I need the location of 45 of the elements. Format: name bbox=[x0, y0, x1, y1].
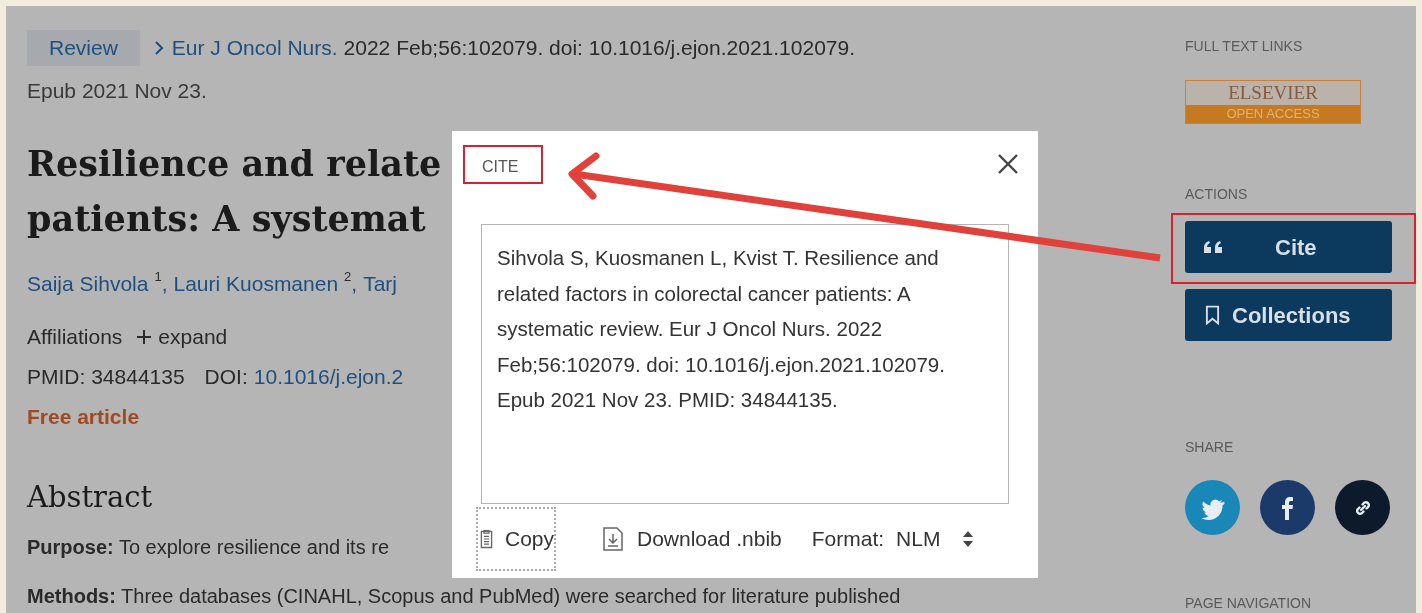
journal-link[interactable]: Eur J Oncol Nurs. bbox=[171, 31, 338, 64]
copy-button[interactable]: Copy bbox=[476, 507, 556, 571]
chevron-icon bbox=[153, 39, 164, 56]
bookmark-icon bbox=[1205, 305, 1220, 325]
author-link[interactable]: Saija Sihvola bbox=[27, 268, 149, 300]
quote-icon bbox=[1203, 240, 1225, 254]
article-title: patients: A systemat bbox=[27, 197, 426, 241]
article-type-badge[interactable]: Review bbox=[27, 29, 140, 66]
section-heading: PAGE NAVIGATION bbox=[1185, 594, 1312, 613]
abstract-heading: Abstract bbox=[27, 479, 153, 516]
clipboard-icon bbox=[478, 527, 495, 551]
citation-field[interactable]: Sihvola S, Kuosmanen L, Kvist T. Resilience and related factors in colorectal cancer patients: A systematic review. Eur J Oncol Nurs. 2022 Feb;56:102079. doi: 10.1016/j.ejon.2021.102079. Epub 2021 Nov 23. PMID: 34844135. bbox=[481, 224, 1009, 504]
author-link[interactable]: Lauri Kuosmanen bbox=[173, 268, 339, 300]
abstract-paragraph: Purpose: To explore resilience and its re bbox=[27, 535, 390, 560]
epub-date: Epub 2021 Nov 23. bbox=[27, 78, 207, 104]
format-label: Format: bbox=[811, 526, 885, 553]
comma-separator: , bbox=[161, 271, 168, 298]
section-heading: ACTIONS bbox=[1185, 185, 1248, 204]
section-heading: FULL TEXT LINKS bbox=[1185, 37, 1303, 56]
plus-icon bbox=[136, 329, 153, 345]
abstract-paragraph: Methods: Three databases (CINAHL, Scopus and PubMed) were searched for literature published bbox=[27, 584, 901, 609]
article-title: Resilience and relate bbox=[27, 142, 442, 186]
comma-separator: , bbox=[351, 271, 358, 298]
dialog-title: CITE bbox=[482, 157, 519, 177]
doi-label: DOI: bbox=[204, 364, 248, 391]
share-button[interactable] bbox=[1335, 480, 1390, 535]
download-file-icon bbox=[602, 527, 624, 551]
affiliation-number[interactable]: 2 bbox=[344, 269, 352, 284]
expand-button[interactable]: expand bbox=[136, 321, 228, 353]
affiliation-number[interactable]: 1 bbox=[154, 269, 162, 284]
download-button[interactable]: Download .nbib bbox=[602, 523, 782, 555]
affiliations-label: Affiliations bbox=[27, 324, 123, 351]
close-icon bbox=[997, 153, 1019, 175]
format-select[interactable]: NLM bbox=[896, 523, 975, 555]
sort-arrows-icon bbox=[962, 530, 975, 548]
author-link[interactable]: Tarj bbox=[363, 268, 397, 300]
action-button[interactable]: Cite bbox=[1185, 221, 1392, 273]
doi-link[interactable]: 10.1016/j.ejon.2 bbox=[253, 361, 404, 393]
close-button[interactable] bbox=[997, 153, 1019, 175]
pmid-text: PMID: 34844135 bbox=[27, 364, 185, 391]
share-button[interactable] bbox=[1260, 480, 1315, 535]
section-heading: SHARE bbox=[1185, 438, 1234, 457]
action-button[interactable]: Collections bbox=[1185, 289, 1392, 341]
free-article-label: Free article bbox=[27, 404, 140, 430]
citation-text: 2022 Feb;56:102079. doi: 10.1016/j.ejon.2021.102079. bbox=[343, 34, 856, 61]
